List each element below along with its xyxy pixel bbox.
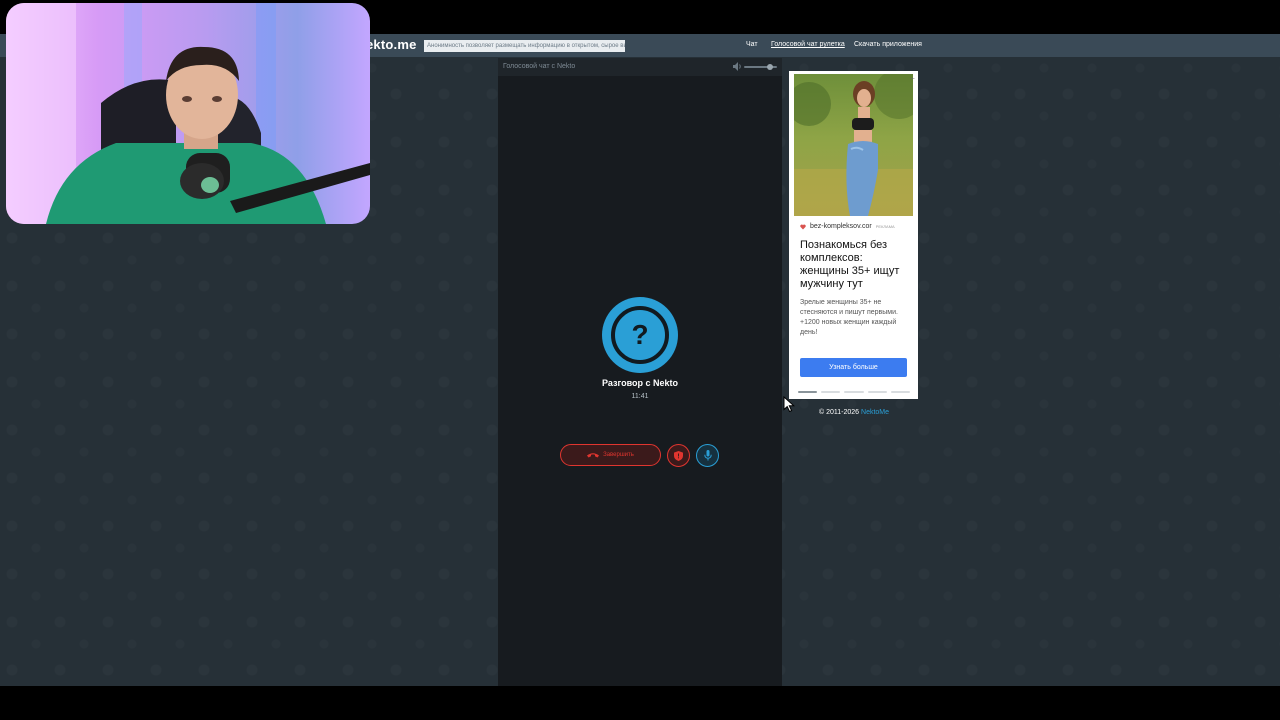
carousel-dot[interactable]	[844, 391, 864, 393]
question-mark-icon: ?	[611, 306, 669, 364]
ad-domain: bez-kompleksov.cor	[810, 223, 872, 230]
end-call-label: Завершить	[603, 452, 634, 458]
carousel-dot[interactable]	[821, 391, 841, 393]
ad-description: Зрелые женщины 35+ не стесняются и пишут…	[800, 299, 898, 336]
volume-icon[interactable]	[733, 62, 743, 71]
heart-icon	[800, 224, 806, 229]
ad-headline[interactable]: Познакомься без комплексов: женщины 35+ …	[800, 239, 914, 291]
nav-chat[interactable]: Чат	[746, 41, 758, 48]
webcam-overlay	[6, 3, 370, 224]
shield-icon	[674, 450, 683, 461]
ad-menu-icon[interactable]: ...	[910, 72, 915, 81]
ad-source: bez-kompleksov.cor РЕКЛАМА	[800, 223, 895, 230]
mute-button[interactable]	[696, 444, 719, 467]
site-footer: © 2011-2026 NektoMe	[819, 409, 889, 416]
hang-up-icon	[587, 453, 600, 458]
end-call-button[interactable]: Завершить	[560, 444, 661, 466]
letterbox-bottom	[0, 686, 1280, 720]
ad-carousel-indicator	[798, 391, 911, 393]
nav-voice-chat[interactable]: Голосовой чат рулетка	[771, 41, 845, 48]
site-logo[interactable]: ekto.me	[366, 37, 417, 52]
carousel-dot[interactable]	[867, 391, 887, 393]
carousel-dot[interactable]	[890, 391, 911, 393]
footer-link[interactable]: NektoMe	[861, 409, 889, 416]
ad-photo[interactable]	[794, 74, 913, 216]
ad-learn-more-button[interactable]: Узнать больше	[800, 358, 907, 377]
anonymity-notice: Анонимность позволяет размещать информац…	[424, 40, 625, 52]
footer-copyright: © 2011-2026	[819, 409, 860, 416]
report-button[interactable]	[667, 444, 690, 467]
microphone-icon	[703, 450, 712, 461]
call-timer: 11:41	[631, 393, 649, 400]
voice-chat-title: Голосовой чат с Nekto	[503, 63, 576, 70]
ad-label: РЕКЛАМА	[875, 224, 895, 229]
nav-download-apps[interactable]: Скачать приложения	[854, 41, 922, 48]
partner-avatar: ?	[602, 297, 678, 373]
carousel-dot[interactable]	[798, 391, 818, 393]
conversation-title: Разговор с Nekto	[601, 378, 679, 388]
mouse-cursor-icon	[783, 396, 795, 412]
ad-card[interactable]: ... bez-kompleksov.cor РЕКЛАМА Познакомь…	[789, 71, 918, 399]
